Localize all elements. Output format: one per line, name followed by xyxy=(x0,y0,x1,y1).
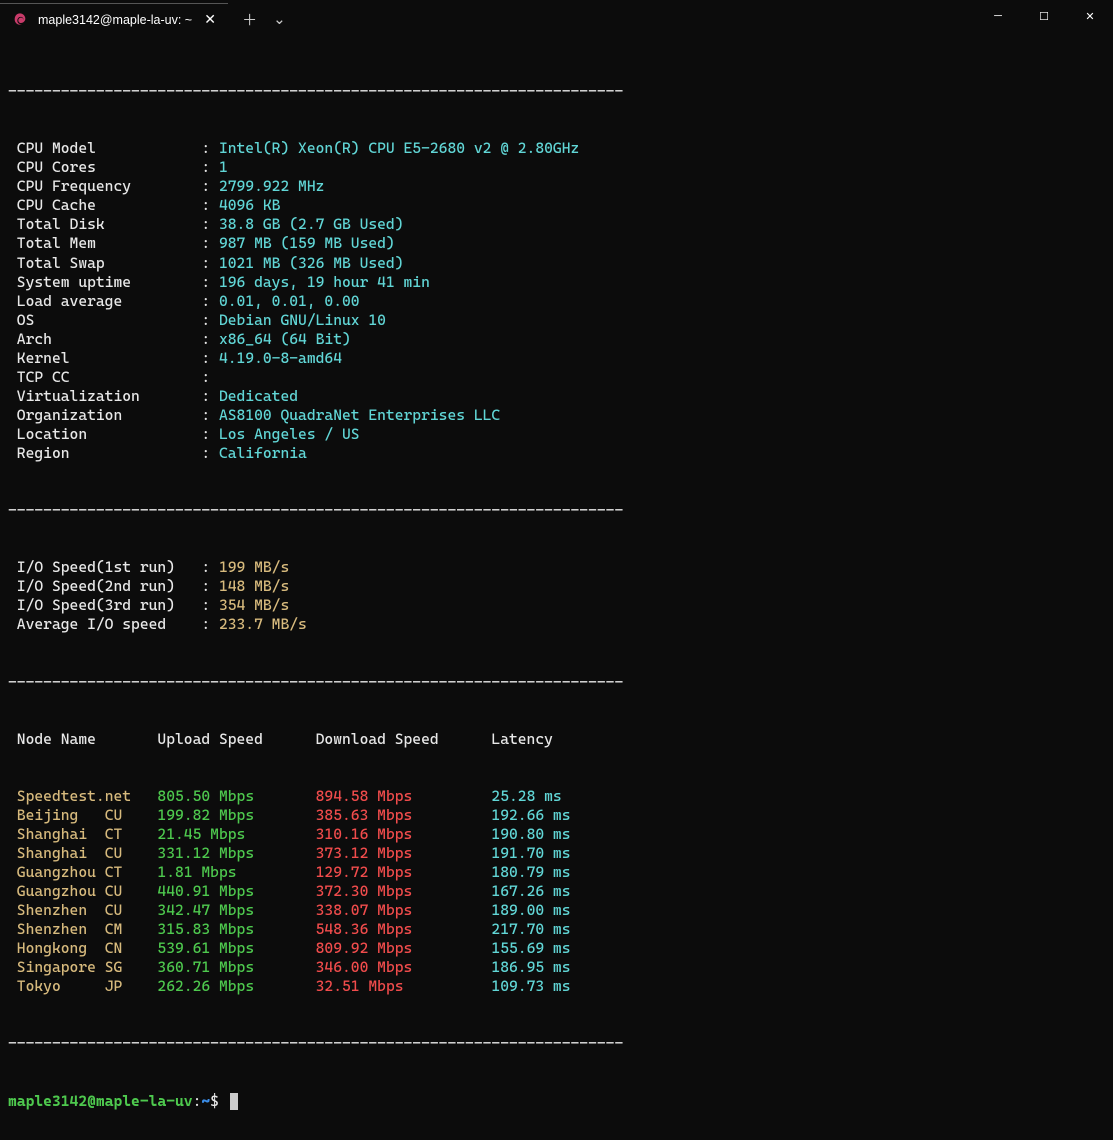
speedtest-row: Tokyo JP 262.26 Mbps 32.51 Mbps 109.73 m… xyxy=(8,977,1103,996)
speedtest-row: Shanghai CT 21.45 Mbps 310.16 Mbps 190.8… xyxy=(8,825,1103,844)
divider: ----------------------------------------… xyxy=(8,501,1103,520)
sysinfo-row: CPU Cache : 4096 KB xyxy=(8,196,1103,215)
prompt-dollar: $ xyxy=(210,1092,219,1110)
speedtest-row: Hongkong CN 539.61 Mbps 809.92 Mbps 155.… xyxy=(8,939,1103,958)
sysinfo-row: Arch : x86_64 (64 Bit) xyxy=(8,330,1103,349)
speedtest-row: Singapore SG 360.71 Mbps 346.00 Mbps 186… xyxy=(8,958,1103,977)
sysinfo-row: CPU Frequency : 2799.922 MHz xyxy=(8,177,1103,196)
prompt-user: maple3142@maple-la-uv xyxy=(8,1092,193,1110)
sysinfo-row: Location : Los Angeles / US xyxy=(8,425,1103,444)
speedtest-row: Shanghai CU 331.12 Mbps 373.12 Mbps 191.… xyxy=(8,844,1103,863)
speedtest-header: Node Name Upload Speed Download Speed La… xyxy=(8,730,1103,749)
sysinfo-row: Load average : 0.01, 0.01, 0.00 xyxy=(8,292,1103,311)
window-controls: ─ ☐ ✕ xyxy=(975,0,1113,38)
speedtest-row: Shenzhen CM 315.83 Mbps 548.36 Mbps 217.… xyxy=(8,920,1103,939)
sysinfo-row: Region : California xyxy=(8,444,1103,463)
sysinfo-row: System uptime : 196 days, 19 hour 41 min xyxy=(8,273,1103,292)
terminal-body[interactable]: ----------------------------------------… xyxy=(0,38,1113,1140)
debian-icon xyxy=(12,12,28,28)
speedtest-row: Speedtest.net 805.50 Mbps 894.58 Mbps 25… xyxy=(8,787,1103,806)
titlebar: maple3142@maple-la-uv: ~ ✕ ＋ ⌄ ─ ☐ ✕ xyxy=(0,0,1113,38)
io-row: I/O Speed(2nd run) : 148 MB/s xyxy=(8,577,1103,596)
divider: ----------------------------------------… xyxy=(8,1034,1103,1053)
tab-area: maple3142@maple-la-uv: ~ ✕ ＋ ⌄ xyxy=(0,0,286,38)
sysinfo-row: Organization : AS8100 QuadraNet Enterpri… xyxy=(8,406,1103,425)
close-button[interactable]: ✕ xyxy=(1067,0,1113,32)
tab-title: maple3142@maple-la-uv: ~ xyxy=(38,13,192,27)
io-row: I/O Speed(3rd run) : 354 MB/s xyxy=(8,596,1103,615)
speedtest-row: Guangzhou CU 440.91 Mbps 372.30 Mbps 167… xyxy=(8,882,1103,901)
sysinfo-row: Total Swap : 1021 MB (326 MB Used) xyxy=(8,254,1103,273)
sysinfo-row: OS : Debian GNU/Linux 10 xyxy=(8,311,1103,330)
io-row: I/O Speed(1st run) : 199 MB/s xyxy=(8,558,1103,577)
tab-active[interactable]: maple3142@maple-la-uv: ~ ✕ xyxy=(0,3,228,35)
prompt-colon: : xyxy=(193,1092,202,1110)
sysinfo-row: Total Mem : 987 MB (159 MB Used) xyxy=(8,234,1103,253)
speedtest-block: Speedtest.net 805.50 Mbps 894.58 Mbps 25… xyxy=(8,787,1103,997)
io-row: Average I/O speed : 233.7 MB/s xyxy=(8,615,1103,634)
divider: ----------------------------------------… xyxy=(8,82,1103,101)
io-block: I/O Speed(1st run) : 199 MB/s I/O Speed(… xyxy=(8,558,1103,634)
prompt-path: ~ xyxy=(201,1092,210,1110)
sysinfo-row: CPU Model : Intel(R) Xeon(R) CPU E5-2680… xyxy=(8,139,1103,158)
divider: ----------------------------------------… xyxy=(8,673,1103,692)
prompt-line: maple3142@maple-la-uv:~$ xyxy=(8,1092,1103,1111)
cursor xyxy=(230,1093,238,1110)
speedtest-row: Guangzhou CT 1.81 Mbps 129.72 Mbps 180.7… xyxy=(8,863,1103,882)
tab-close-button[interactable]: ✕ xyxy=(202,12,218,28)
speedtest-row: Beijing CU 199.82 Mbps 385.63 Mbps 192.6… xyxy=(8,806,1103,825)
tab-actions: ＋ ⌄ xyxy=(228,9,286,30)
sysinfo-row: TCP CC : xyxy=(8,368,1103,387)
speedtest-row: Shenzhen CU 342.47 Mbps 338.07 Mbps 189.… xyxy=(8,901,1103,920)
sysinfo-row: Kernel : 4.19.0-8-amd64 xyxy=(8,349,1103,368)
maximize-button[interactable]: ☐ xyxy=(1021,0,1067,32)
sysinfo-row: Total Disk : 38.8 GB (2.7 GB Used) xyxy=(8,215,1103,234)
add-tab-button[interactable]: ＋ xyxy=(242,9,257,30)
sysinfo-row: Virtualization : Dedicated xyxy=(8,387,1103,406)
sysinfo-row: CPU Cores : 1 xyxy=(8,158,1103,177)
sysinfo-block: CPU Model : Intel(R) Xeon(R) CPU E5-2680… xyxy=(8,139,1103,463)
minimize-button[interactable]: ─ xyxy=(975,0,1021,32)
tab-dropdown-button[interactable]: ⌄ xyxy=(273,10,286,28)
